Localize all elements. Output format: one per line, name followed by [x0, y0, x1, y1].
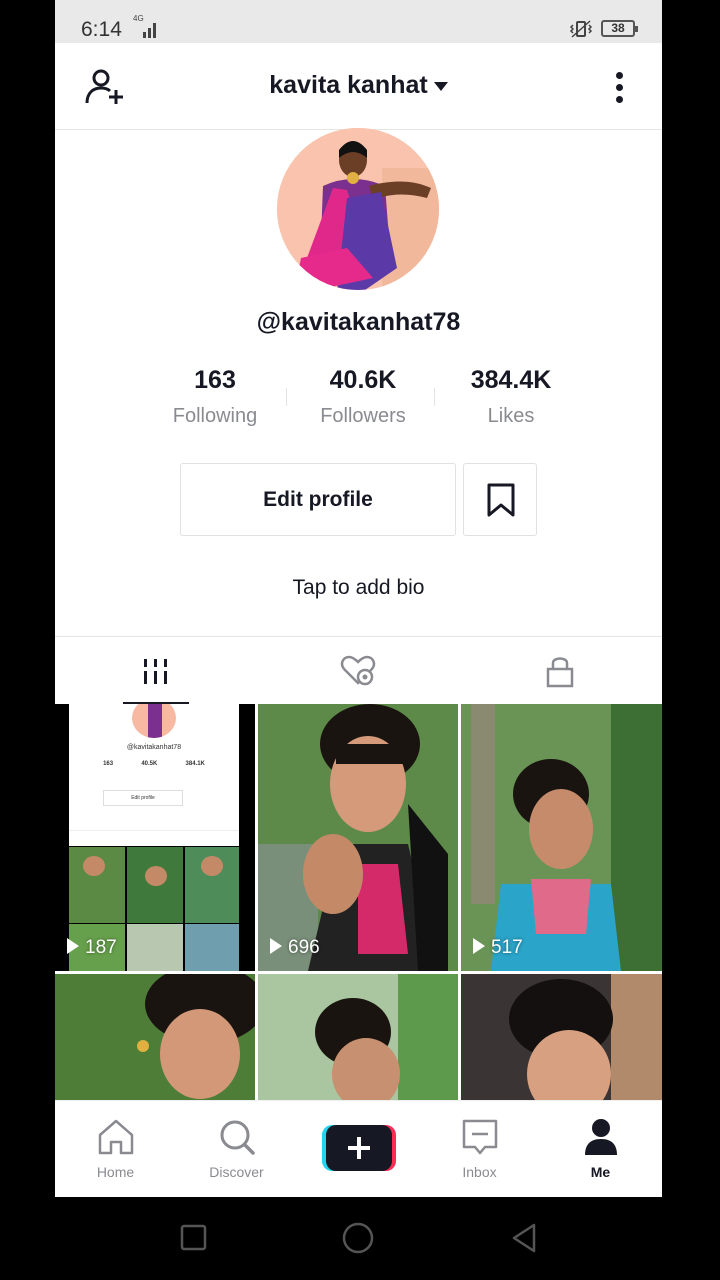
stat-value: 384.4K: [470, 366, 552, 394]
nav-label: Home: [96, 1164, 135, 1180]
thumb-handle: @kavitakanhat78: [126, 744, 182, 751]
chevron-down-icon: [433, 82, 448, 92]
inbox-icon: [462, 1119, 498, 1155]
video-thumbnail[interactable]: [461, 974, 662, 1100]
app-screen: 6:14 4G 38 kavita kanhat @kavitakanhat78…: [55, 0, 662, 1197]
video-grid: @kavitakanhat78 163 40.5K 384.1K Edit pr…: [55, 704, 662, 1100]
play-count: 517: [473, 937, 523, 959]
profile-tabs: [55, 636, 662, 705]
bookmark-icon: [487, 483, 515, 517]
nav-inbox[interactable]: Inbox: [419, 1101, 540, 1197]
profile-header: kavita kanhat: [55, 43, 662, 130]
avatar[interactable]: [277, 128, 439, 290]
nav-create[interactable]: [298, 1101, 419, 1197]
system-navigation-bar: [0, 1197, 720, 1280]
create-plus-icon: [322, 1125, 396, 1171]
more-options-icon[interactable]: [610, 69, 630, 105]
nav-label: Inbox: [462, 1164, 497, 1180]
videos-grid-icon: [144, 659, 167, 684]
lock-icon: [546, 657, 574, 688]
stat-label: Followers: [320, 405, 406, 427]
stat-value: 40.6K: [329, 366, 397, 394]
video-thumbnail[interactable]: 517: [461, 704, 662, 971]
nav-label: Me: [590, 1164, 611, 1180]
home-button-icon[interactable]: [340, 1220, 376, 1256]
divider: [434, 388, 435, 406]
stat-label: Likes: [487, 405, 535, 427]
divider: [286, 388, 287, 406]
username-handle: @kavitakanhat78: [256, 308, 461, 336]
stat-likes[interactable]: 384.4K Likes: [446, 366, 576, 428]
tab-videos[interactable]: [55, 637, 257, 705]
play-count: 187: [67, 937, 117, 959]
thumb-stat: 384.1K: [185, 761, 205, 767]
profile-stats: 163 Following 40.6K Followers 384.4K Lik…: [160, 366, 560, 436]
stat-following[interactable]: 163 Following: [150, 366, 280, 428]
stat-followers[interactable]: 40.6K Followers: [298, 366, 428, 428]
tab-liked[interactable]: [257, 637, 459, 705]
bio-prompt[interactable]: Tap to add bio: [55, 576, 662, 600]
status-bar: 6:14 4G 38: [55, 0, 662, 43]
thumb-stat: 40.5K: [141, 761, 158, 767]
video-thumbnail[interactable]: [258, 974, 458, 1100]
nav-discover[interactable]: Discover: [176, 1101, 297, 1197]
tab-private[interactable]: [459, 637, 661, 705]
video-thumbnail[interactable]: 696: [258, 704, 458, 971]
nav-home[interactable]: Home: [55, 1101, 176, 1197]
home-icon: [98, 1119, 134, 1155]
status-time: 6:14: [81, 18, 122, 41]
nav-label: Discover: [209, 1164, 264, 1180]
favorites-button[interactable]: [463, 463, 537, 536]
nav-me[interactable]: Me: [540, 1101, 661, 1197]
stat-value: 163: [194, 366, 236, 394]
liked-icon: [340, 655, 376, 686]
battery-icon: 38: [601, 20, 638, 37]
search-icon: [220, 1120, 255, 1155]
back-icon[interactable]: [508, 1221, 542, 1255]
video-thumbnail[interactable]: @kavitakanhat78 163 40.5K 384.1K Edit pr…: [55, 704, 255, 971]
recents-icon[interactable]: [178, 1222, 210, 1254]
play-count: 696: [270, 937, 320, 959]
account-switcher[interactable]: kavita kanhat: [55, 71, 662, 100]
thumb-edit: Edit profile: [103, 790, 183, 806]
vibrate-icon: [569, 20, 593, 38]
network-type: 4G: [133, 14, 144, 23]
edit-profile-button[interactable]: Edit profile: [180, 463, 456, 536]
stat-label: Following: [172, 405, 258, 427]
profile-icon: [585, 1119, 617, 1155]
signal-icon: 4G: [133, 14, 159, 38]
page-title: kavita kanhat: [269, 71, 428, 99]
video-thumbnail[interactable]: [55, 974, 255, 1100]
bottom-navigation: Home Discover Inbox Me: [55, 1100, 662, 1197]
thumb-stat: 163: [103, 761, 114, 767]
